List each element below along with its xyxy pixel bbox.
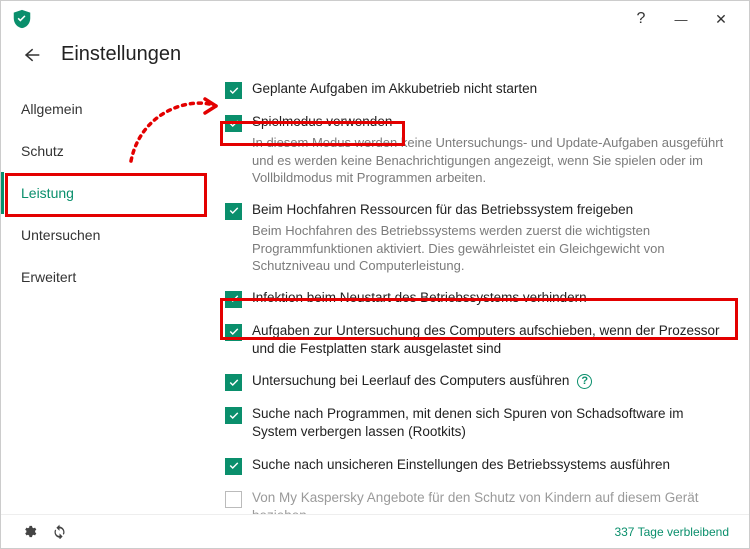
checkbox-icon[interactable]	[225, 374, 242, 391]
sidebar-item-untersuchen[interactable]: Untersuchen	[1, 214, 211, 256]
checkbox-icon[interactable]	[225, 203, 242, 220]
gear-icon[interactable]	[21, 524, 37, 540]
statusbar-left	[21, 524, 67, 540]
minimize-button[interactable]: —	[661, 3, 701, 35]
option-rootkits: Suche nach Programmen, mit denen sich Sp…	[225, 405, 731, 441]
close-button[interactable]: ✕	[701, 3, 741, 35]
back-arrow-icon[interactable]	[21, 45, 41, 65]
option-label-text: Untersuchung bei Leerlauf des Computers …	[252, 373, 569, 388]
option-label: Infektion beim Neustart des Betriebssyst…	[252, 289, 731, 307]
option-label: Beim Hochfahren Ressourcen für das Betri…	[252, 201, 731, 219]
sidebar-item-leistung[interactable]: Leistung	[1, 172, 211, 214]
content-panel: Geplante Aufgaben im Akkubetrieb nicht s…	[211, 80, 749, 514]
option-infection-restart: Infektion beim Neustart des Betriebssyst…	[225, 289, 731, 308]
option-game-mode: Spielmodus verwenden In diesem Modus wer…	[225, 113, 731, 187]
page-title: Einstellungen	[61, 43, 181, 66]
sidebar-item-schutz[interactable]: Schutz	[1, 130, 211, 172]
app-window: ? — ✕ Einstellungen Allgemein Schutz Lei…	[0, 0, 750, 549]
option-label: Spielmodus verwenden	[252, 113, 731, 131]
sidebar-item-allgemein[interactable]: Allgemein	[1, 88, 211, 130]
option-label: Suche nach Programmen, mit denen sich Sp…	[252, 405, 731, 441]
checkbox-icon[interactable]	[225, 458, 242, 475]
titlebar-left	[11, 8, 33, 30]
checkbox-icon[interactable]	[225, 82, 242, 99]
checkbox-icon[interactable]	[225, 115, 242, 132]
option-label: Von My Kaspersky Angebote für den Schutz…	[252, 489, 731, 514]
titlebar: ? — ✕	[1, 1, 749, 37]
option-scheduled-battery: Geplante Aufgaben im Akkubetrieb nicht s…	[225, 80, 731, 99]
help-circle-icon[interactable]: ?	[577, 374, 592, 389]
statusbar: 337 Tage verbleibend	[1, 514, 749, 548]
main-body: Allgemein Schutz Leistung Untersuchen Er…	[1, 80, 749, 514]
sidebar-item-erweitert[interactable]: Erweitert	[1, 256, 211, 298]
option-kaspersky-kids: Von My Kaspersky Angebote für den Schutz…	[225, 489, 731, 514]
page-header: Einstellungen	[1, 37, 749, 80]
option-label: Geplante Aufgaben im Akkubetrieb nicht s…	[252, 80, 731, 98]
checkbox-icon[interactable]	[225, 291, 242, 308]
option-label: Aufgaben zur Untersuchung des Computers …	[252, 322, 731, 358]
checkbox-icon[interactable]	[225, 407, 242, 424]
brand-shield-icon	[11, 8, 33, 30]
checkbox-icon[interactable]	[225, 324, 242, 341]
checkbox-icon	[225, 491, 242, 508]
refresh-icon[interactable]	[51, 524, 67, 540]
option-description: Beim Hochfahren des Betriebssystems werd…	[252, 222, 731, 275]
option-description: In diesem Modus werden keine Untersuchun…	[252, 134, 731, 187]
option-label: Suche nach unsicheren Einstellungen des …	[252, 456, 731, 474]
status-remaining: 337 Tage verbleibend	[614, 525, 729, 539]
sidebar: Allgemein Schutz Leistung Untersuchen Er…	[1, 80, 211, 514]
option-idle-scan: Untersuchung bei Leerlauf des Computers …	[225, 372, 731, 391]
option-postpone-scan: Aufgaben zur Untersuchung des Computers …	[225, 322, 731, 358]
option-insecure-settings: Suche nach unsicheren Einstellungen des …	[225, 456, 731, 475]
help-button[interactable]: ?	[621, 3, 661, 35]
window-controls: ? — ✕	[621, 3, 741, 35]
option-boot-resources: Beim Hochfahren Ressourcen für das Betri…	[225, 201, 731, 275]
option-label: Untersuchung bei Leerlauf des Computers …	[252, 372, 731, 390]
